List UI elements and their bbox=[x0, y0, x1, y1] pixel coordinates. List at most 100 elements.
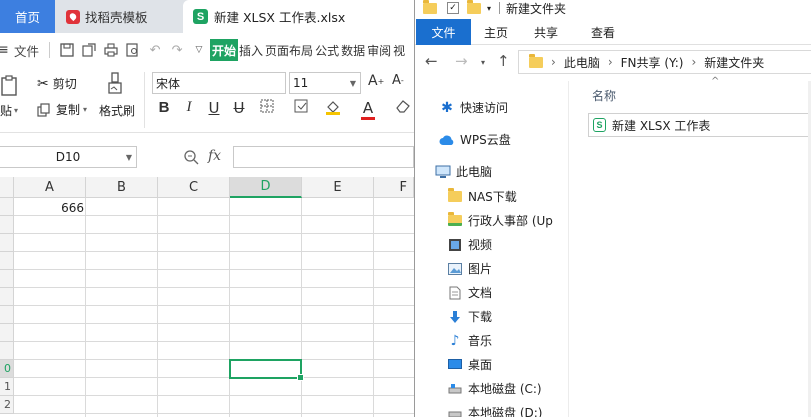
increase-font-icon[interactable]: A + bbox=[368, 73, 384, 89]
ribbon-tab-view[interactable]: 视 bbox=[392, 39, 406, 61]
file-item[interactable]: S 新建 XLSX 工作表 bbox=[588, 113, 811, 137]
check-icon[interactable]: ✓ bbox=[447, 2, 459, 14]
nav-item-desktop[interactable]: 桌面 bbox=[447, 356, 492, 373]
row-header[interactable] bbox=[0, 216, 14, 234]
font-family-select[interactable]: 宋体 bbox=[152, 72, 286, 94]
ribbon-tab-review[interactable]: 审阅 bbox=[366, 39, 392, 61]
name-box[interactable]: D10 ▼ bbox=[0, 146, 137, 168]
chevron-up-icon[interactable]: ^ bbox=[711, 76, 719, 87]
nav-item-downloads[interactable]: 下载 bbox=[447, 308, 492, 325]
row-header[interactable] bbox=[0, 252, 14, 270]
active-cell-d10[interactable] bbox=[229, 359, 304, 381]
column-header-f[interactable]: F bbox=[374, 177, 414, 198]
row-header[interactable] bbox=[0, 324, 14, 342]
select-all-corner[interactable] bbox=[0, 177, 14, 198]
row-header-selected[interactable]: 0 bbox=[0, 360, 14, 378]
bold-icon[interactable]: B bbox=[153, 99, 175, 116]
ribbon-tab-page-layout[interactable]: 页面布局 bbox=[264, 39, 314, 61]
column-header-b[interactable]: B bbox=[86, 177, 158, 198]
column-header-e[interactable]: E bbox=[302, 177, 374, 198]
column-header-d[interactable]: D bbox=[230, 177, 302, 198]
file-menu[interactable]: 文件 bbox=[14, 39, 45, 61]
row-header[interactable]: 2 bbox=[0, 396, 14, 414]
folder-icon bbox=[529, 53, 543, 68]
nav-item-documents[interactable]: 文档 bbox=[447, 284, 492, 301]
font-color-icon[interactable]: A bbox=[357, 99, 379, 120]
column-header-name[interactable]: 名称 bbox=[592, 87, 616, 104]
ribbon-tab-formula[interactable]: 公式 bbox=[314, 39, 340, 61]
ribbon-tab-start[interactable]: 开始 bbox=[210, 39, 239, 61]
row-header[interactable] bbox=[0, 306, 14, 324]
nav-item-pictures[interactable]: 图片 bbox=[447, 260, 492, 277]
undo-icon[interactable]: ↶ bbox=[144, 39, 166, 61]
copy-button[interactable]: 复制 ▾ bbox=[37, 101, 87, 118]
picture-icon bbox=[447, 262, 463, 276]
ribbon-tab-view[interactable]: 查看 bbox=[580, 19, 626, 45]
ribbon-tab-file[interactable]: 文件 bbox=[416, 19, 471, 45]
fx-icon[interactable]: fx bbox=[208, 148, 221, 164]
breadcrumb-new-folder[interactable]: 新建文件夹 bbox=[704, 54, 764, 71]
row-header[interactable]: 1 bbox=[0, 378, 14, 396]
save-icon[interactable] bbox=[56, 39, 78, 61]
nav-item-this-pc[interactable]: 此电脑 bbox=[435, 163, 492, 180]
redo-icon[interactable]: ↷ bbox=[166, 39, 188, 61]
row-header[interactable] bbox=[0, 234, 14, 252]
cut-button[interactable]: ✂ 剪切 bbox=[37, 75, 77, 92]
print-preview-icon[interactable] bbox=[122, 39, 144, 61]
cut-label: 剪切 bbox=[52, 77, 77, 91]
fill-color-icon[interactable] bbox=[322, 99, 344, 119]
nav-item-drive-c[interactable]: 本地磁盘 (C:) bbox=[447, 380, 542, 397]
cell-grid[interactable] bbox=[14, 198, 414, 417]
ribbon-tab-home[interactable]: 主页 bbox=[473, 19, 519, 45]
paste-icon[interactable] bbox=[0, 74, 20, 98]
row-header[interactable] bbox=[0, 198, 14, 216]
print-icon[interactable] bbox=[100, 39, 122, 61]
nav-item-admin-hr[interactable]: 行政人事部 (Up bbox=[447, 212, 553, 229]
decrease-font-icon[interactable]: A- bbox=[392, 73, 404, 88]
underline-icon[interactable]: U bbox=[203, 99, 225, 117]
border-icon[interactable] bbox=[256, 99, 278, 117]
nav-item-video[interactable]: 视频 bbox=[447, 236, 492, 253]
breadcrumb-fn-share[interactable]: FN共享 (Y:) bbox=[621, 54, 684, 71]
back-arrow-icon[interactable]: ← bbox=[425, 52, 438, 70]
strikethrough-icon[interactable]: U bbox=[228, 99, 250, 117]
formula-input[interactable] bbox=[233, 146, 414, 168]
chevron-down-icon[interactable]: ▾ bbox=[481, 58, 485, 67]
cell-a1[interactable]: 666 bbox=[14, 201, 84, 215]
divider bbox=[49, 42, 51, 58]
chevron-down-icon[interactable]: ▾ bbox=[487, 4, 491, 13]
row-header[interactable] bbox=[0, 288, 14, 306]
forward-arrow-icon[interactable]: → bbox=[455, 52, 468, 70]
format-painter-icon[interactable] bbox=[107, 71, 129, 97]
tab-home[interactable]: 首页 bbox=[0, 0, 55, 33]
nav-item-music[interactable]: ♪ 音乐 bbox=[447, 332, 492, 349]
nav-item-drive-d[interactable]: 本地磁盘 (D:) bbox=[447, 404, 542, 417]
ribbon-tab-data[interactable]: 数据 bbox=[340, 39, 366, 61]
ribbon-tab-insert[interactable]: 插入 bbox=[238, 39, 264, 61]
format-painter-button[interactable]: 格式刷 bbox=[99, 102, 135, 119]
tab-document-label: 新建 XLSX 工作表.xlsx bbox=[214, 10, 346, 25]
paste-button[interactable]: 粘贴▾ bbox=[0, 102, 18, 119]
zoom-icon[interactable] bbox=[183, 149, 199, 165]
up-arrow-icon[interactable]: ↑ bbox=[497, 52, 510, 70]
tab-daoke-templates[interactable]: 找稻壳模板 bbox=[58, 0, 180, 33]
download-icon bbox=[447, 310, 463, 324]
cell-style-icon[interactable] bbox=[290, 99, 312, 117]
export-icon[interactable] bbox=[78, 39, 100, 61]
row-header[interactable] bbox=[0, 270, 14, 288]
address-bar[interactable]: › 此电脑 › FN共享 (Y:) › 新建文件夹 bbox=[518, 50, 811, 74]
eraser-icon[interactable] bbox=[392, 99, 414, 117]
column-header-a[interactable]: A bbox=[14, 177, 86, 198]
row-header[interactable] bbox=[0, 342, 14, 360]
tab-document[interactable]: S 新建 XLSX 工作表.xlsx bbox=[183, 0, 414, 33]
font-size-select[interactable]: 11 ▼ bbox=[289, 72, 361, 94]
ribbon-tab-share[interactable]: 共享 bbox=[523, 19, 569, 45]
chevron-down-icon[interactable]: ▽ bbox=[188, 39, 210, 61]
nav-item-nas-download[interactable]: NAS下载 bbox=[447, 188, 517, 205]
hamburger-icon[interactable]: ≡ bbox=[0, 39, 9, 61]
nav-item-wps-cloud[interactable]: WPS云盘 bbox=[439, 131, 511, 148]
nav-item-quick-access[interactable]: ✱ 快速访问 bbox=[439, 99, 508, 116]
breadcrumb-this-pc[interactable]: 此电脑 bbox=[564, 54, 600, 71]
italic-icon[interactable]: I bbox=[178, 99, 200, 116]
column-header-c[interactable]: C bbox=[158, 177, 230, 198]
